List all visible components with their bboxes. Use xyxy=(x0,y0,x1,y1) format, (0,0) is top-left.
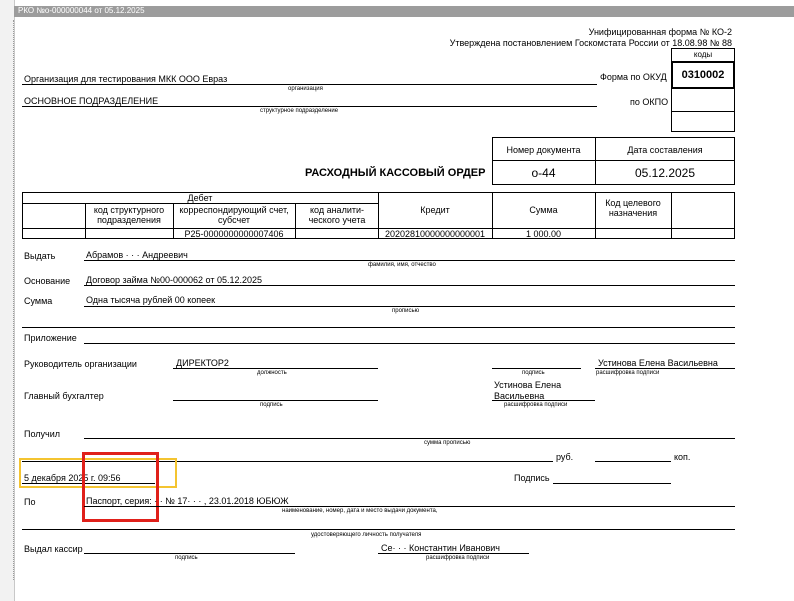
col-corr-header: корреспондирующий счет, субсчет xyxy=(179,205,289,225)
head-label: Руководитель организации xyxy=(24,359,137,369)
passport-value: Паспорт, серия: · · № 17· · · , 23.01.20… xyxy=(86,496,289,506)
identity-caption: удостоверяющего личность получателя xyxy=(311,532,422,538)
chief-decode-caption: расшифровка подписи xyxy=(504,402,568,408)
col-struct-header: код структурного подразделения xyxy=(93,205,165,225)
col-purpose-header: Код целевого назначения xyxy=(605,198,661,218)
organization-name: Организация для тестирования МКК ООО Евр… xyxy=(24,74,228,84)
basis-value: Договор займа №00-000062 от 05.12.2025 xyxy=(86,275,263,285)
head-position: ДИРЕКТОР2 xyxy=(176,358,229,368)
chief-label: Главный бухгалтер xyxy=(24,391,104,401)
head-position-caption: должность xyxy=(257,370,287,376)
sign-label: Подпись xyxy=(514,473,550,483)
credit-value: 20202810000000000001 xyxy=(384,229,486,239)
kop-label: коп. xyxy=(674,452,691,462)
col-analytic-header: код аналити-ческого учета xyxy=(308,205,366,225)
head-name: Устинова Елена Васильевна xyxy=(598,358,718,368)
amount-value: Одна тысяча рублей 00 копеек xyxy=(86,295,216,305)
head-signature-caption: подпись xyxy=(522,370,545,376)
debit-header: Дебет xyxy=(187,193,213,203)
issue-value: Абрамов · · · Андреевич xyxy=(86,250,188,260)
department-name: ОСНОВНОЕ ПОДРАЗДЕЛЕНИЕ xyxy=(24,96,159,106)
organization-caption: организация xyxy=(288,86,323,92)
doc-date-header: Дата составления xyxy=(627,145,703,155)
col-credit-header: Кредит xyxy=(420,205,450,215)
issue-caption: фамилия, имя, отчество xyxy=(368,262,436,268)
approved-text: Утверждена постановлением Госкомстата Ро… xyxy=(449,38,732,48)
amount-label: Сумма xyxy=(24,296,53,306)
by-label: По xyxy=(24,497,36,507)
okud-label: Форма по ОКУД xyxy=(600,72,667,82)
codes-label: коды xyxy=(693,50,713,59)
head-decode-caption: расшифровка подписи xyxy=(596,370,660,376)
received-label: Получил xyxy=(24,429,60,439)
document-tab[interactable]: РКО №о-000000044 от 05.12.2025 xyxy=(14,6,794,17)
received-caption: сумма прописью xyxy=(424,440,471,446)
col-sum-header: Сумма xyxy=(529,205,558,215)
doc-date: 05.12.2025 xyxy=(634,166,696,180)
attachment-label: Приложение xyxy=(24,333,77,343)
department-caption: структурное подразделение xyxy=(260,108,339,114)
basis-label: Основание xyxy=(24,276,71,286)
cashier-signature-caption: подпись xyxy=(175,555,198,561)
okpo-label: по ОКПО xyxy=(630,97,669,107)
highlight-red-box xyxy=(82,452,159,522)
chief-signature-caption: подпись xyxy=(260,402,283,408)
corr-account-value: Р25-0000000000007406 xyxy=(184,229,284,239)
cashier-decode-caption: расшифровка подписи xyxy=(426,555,490,561)
cashier-name: Се· · · Константин Иванович xyxy=(381,543,500,553)
doc-title: РАСХОДНЫЙ КАССОВЫЙ ОРДЕР xyxy=(305,167,486,179)
document-tab-title: РКО №о-000000044 от 05.12.2025 xyxy=(18,6,145,15)
okud-code: 0310002 xyxy=(681,69,725,81)
form-name: Унифицированная форма № КО-2 xyxy=(588,27,732,37)
rub-label: руб. xyxy=(556,452,574,462)
page-margin-guide xyxy=(13,20,14,580)
cashier-label: Выдал кассир xyxy=(24,544,83,554)
sum-value: 1 000.00 xyxy=(525,229,562,239)
issue-label: Выдать xyxy=(24,251,56,261)
doc-number: о-44 xyxy=(531,166,556,180)
doc-number-header: Номер документа xyxy=(506,145,581,155)
amount-caption: прописью xyxy=(392,308,420,314)
chief-name-line1: Устинова Елена xyxy=(494,380,562,390)
doc-caption: наименование, номер, дата и место выдачи… xyxy=(282,508,438,514)
